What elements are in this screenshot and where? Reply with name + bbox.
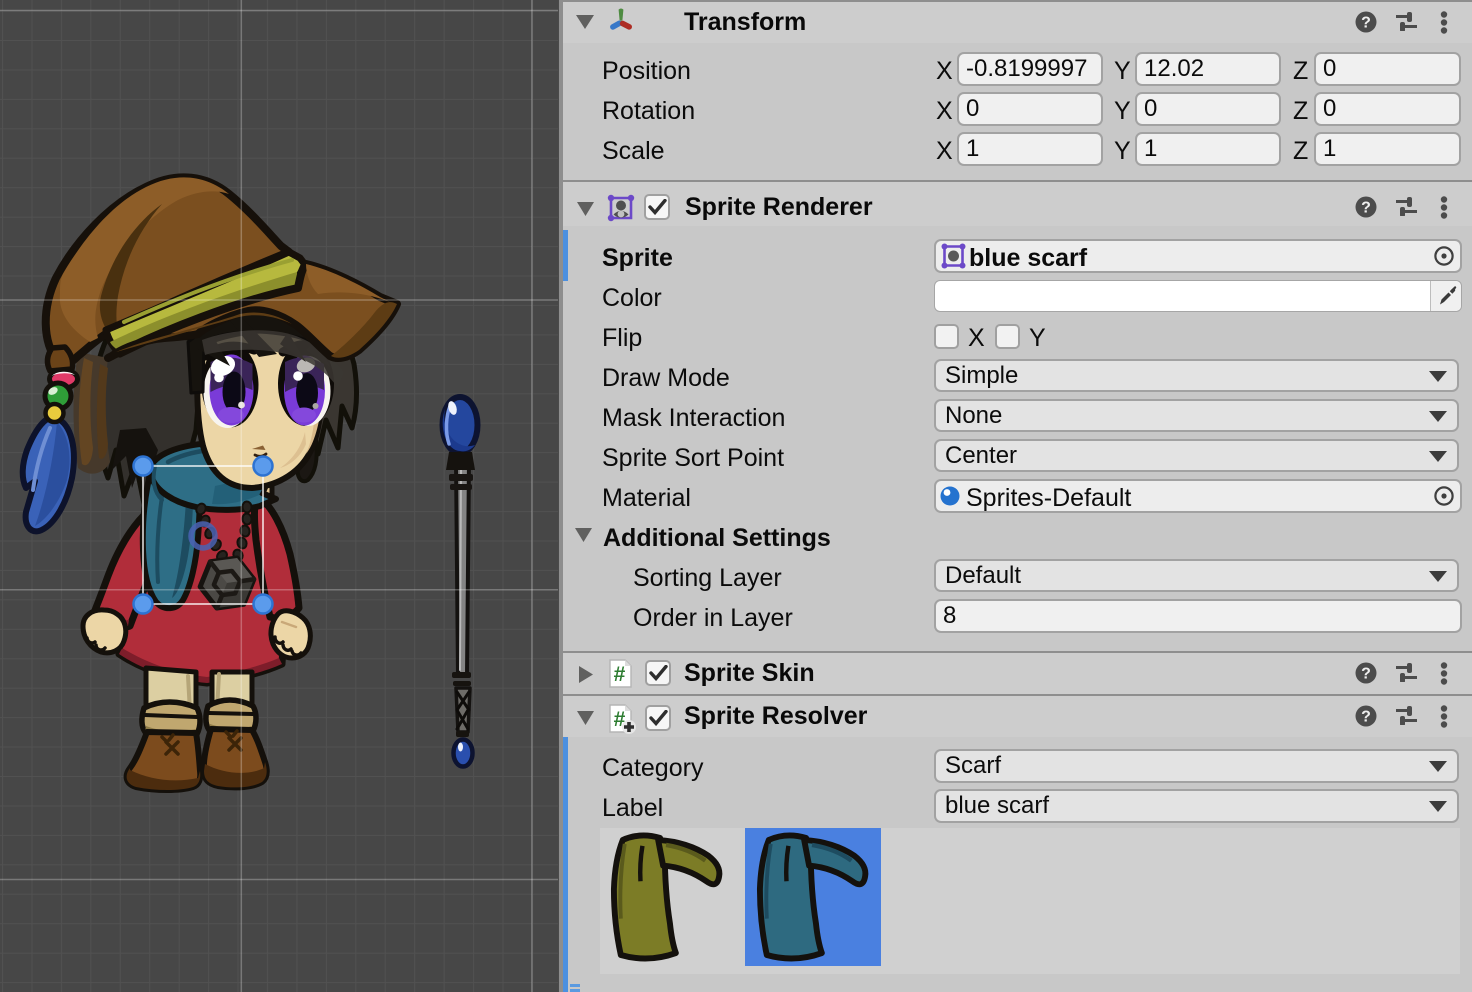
svg-text:?: ? bbox=[1361, 15, 1371, 32]
svg-text:?: ? bbox=[1361, 200, 1371, 217]
svg-text:#: # bbox=[614, 663, 626, 686]
svg-text:?: ? bbox=[1361, 666, 1371, 683]
svg-text:?: ? bbox=[1361, 709, 1371, 726]
